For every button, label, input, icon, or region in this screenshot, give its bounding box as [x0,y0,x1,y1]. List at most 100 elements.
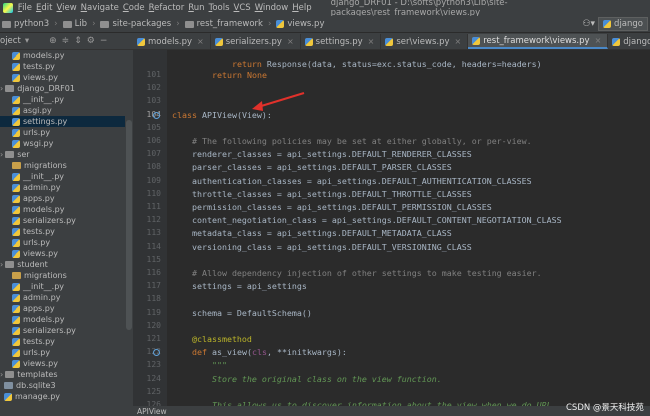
tab-serializers-py[interactable]: serializers.py × [211,34,301,49]
tree-item[interactable]: tests.py [0,336,125,347]
hide-icon[interactable]: − [100,36,108,46]
tree-item[interactable]: asgi.py [0,105,125,116]
chevron-right-icon[interactable]: › [0,260,3,269]
tree-item[interactable]: views.py [0,358,125,369]
line-number: 123 [146,360,161,370]
close-icon[interactable]: × [197,37,204,46]
tree-item[interactable]: serializers.py [0,215,125,226]
tree-item[interactable]: › templates [0,369,125,380]
breadcrumb-label: rest_framework [196,19,263,29]
tree-item[interactable]: tests.py [0,226,125,237]
tree-item-label: models.py [23,51,65,60]
tree-item[interactable]: migrations [0,270,125,281]
tree-item-label: __init__.py [23,282,65,291]
breadcrumb-item[interactable]: python3 [0,19,51,29]
tree-item[interactable]: › django_DRF01 [0,83,125,94]
code-line: versioning_class = api_settings.DEFAULT_… [172,241,472,252]
python-file-icon [137,37,145,46]
tree-item[interactable]: tests.py [0,61,125,72]
tab-ser-views-py[interactable]: ser\views.py × [381,34,469,49]
code-line: return None [211,70,267,80]
chevron-right-icon[interactable]: › [0,150,3,159]
menu-refactor[interactable]: Refactor [149,3,185,13]
tree-item-label: admin.py [23,183,61,192]
override-marker-icon[interactable] [153,111,160,119]
collapse-icon[interactable]: ≑ [62,36,70,46]
tab-settings-py[interactable]: settings.py × [301,34,382,49]
menu-tools[interactable]: Tools [209,3,230,13]
tree-item[interactable]: manage.py [0,391,125,402]
code-line: metadata_class = api_settings.DEFAULT_ME… [172,228,452,239]
tree-item[interactable]: urls.py [0,347,125,358]
tree-item[interactable]: models.py [0,204,125,215]
gear-icon[interactable]: ⚙ [87,36,95,46]
expand-icon[interactable]: ⇕ [74,36,82,46]
run-config-selector[interactable]: django [598,17,648,31]
tree-item-label: models.py [23,315,65,324]
tree-item[interactable]: admin.py [0,182,125,193]
tree-scrollbar-thumb[interactable] [126,120,132,330]
code-line: # Allow dependency injection of other se… [172,268,542,278]
tab-rest-framework-views-py[interactable]: rest_framework\views.py × [468,34,609,49]
folder-icon [12,162,21,169]
tree-item[interactable]: admin.py [0,292,125,303]
menu-edit[interactable]: Edit [36,3,52,13]
tree-item[interactable]: views.py [0,72,125,83]
editor-gutter: 101 102 103 104 105 106 107 108 109 110 111 112 113 1… [133,50,167,409]
tree-item[interactable]: › student [0,259,125,270]
project-header-label[interactable]: oject [0,36,21,46]
breadcrumb-item[interactable]: views.py [274,19,326,29]
locate-icon[interactable]: ⊕ [49,36,57,46]
tree-item[interactable]: settings.py [0,116,125,127]
tree-item[interactable]: › ser [0,149,125,160]
tree-item[interactable]: views.py [0,248,125,259]
close-icon[interactable]: × [287,37,294,46]
add-config-icon[interactable]: ⚇▾ [582,19,595,29]
line-number: 109 [146,175,161,185]
tree-item-label: apps.py [23,194,55,203]
tree-item[interactable]: urls.py [0,237,125,248]
tree-item[interactable]: urls.py [0,127,125,138]
menu-vcs[interactable]: VCS [234,3,251,13]
line-number: 101 [146,70,161,79]
code-line: schema = DefaultSchema() [172,307,312,318]
menu-view[interactable]: View [56,3,76,13]
tree-item[interactable]: wsgi.py [0,138,125,149]
code-editor[interactable]: return Response(data, status=exc.status_… [167,50,650,406]
close-icon[interactable]: × [595,36,602,45]
tree-item[interactable]: __init__.py [0,171,125,182]
tab-label: settings.py [315,36,363,47]
close-icon[interactable]: × [368,37,375,46]
tree-item[interactable]: serializers.py [0,325,125,336]
breadcrumb-item[interactable]: Lib [61,19,90,29]
menu-run[interactable]: Run [188,3,204,13]
folder-icon [100,20,110,28]
close-icon[interactable]: × [455,37,462,46]
tree-item[interactable]: __init__.py [0,94,125,105]
menu-help[interactable]: Help [292,3,311,13]
breadcrumb-class[interactable]: APIView [137,407,167,416]
line-number: 105 [146,122,161,132]
menu-code[interactable]: Code [123,3,145,13]
tree-item[interactable]: models.py [0,50,125,61]
breadcrumb-item[interactable]: rest_framework [183,19,265,29]
code-line: Store the original class on the view fun… [172,373,442,384]
chevron-right-icon[interactable]: › [0,84,3,93]
tree-item[interactable]: __init__.py [0,281,125,292]
chevron-right-icon[interactable]: › [0,370,3,379]
tree-item[interactable]: apps.py [0,303,125,314]
breadcrumb-item[interactable]: site-packages [98,19,173,29]
tree-item[interactable]: models.py [0,314,125,325]
tree-item-label: db.sqlite3 [16,381,56,390]
menu-file[interactable]: File [18,3,32,13]
tab-django-drf01-urls-py[interactable]: django_DRF01\urls.py× [608,34,650,49]
tree-item[interactable]: apps.py [0,193,125,204]
tab-label: serializers.py [225,36,282,47]
tree-item[interactable]: migrations [0,160,125,171]
tree-item[interactable]: db.sqlite3 [0,380,125,391]
chevron-down-icon[interactable]: ▾ [25,36,29,46]
python-file-icon [12,51,20,60]
tab-models-py[interactable]: models.py × [133,34,211,49]
menu-window[interactable]: Window [255,3,289,13]
menu-navigate[interactable]: Navigate [81,3,119,13]
